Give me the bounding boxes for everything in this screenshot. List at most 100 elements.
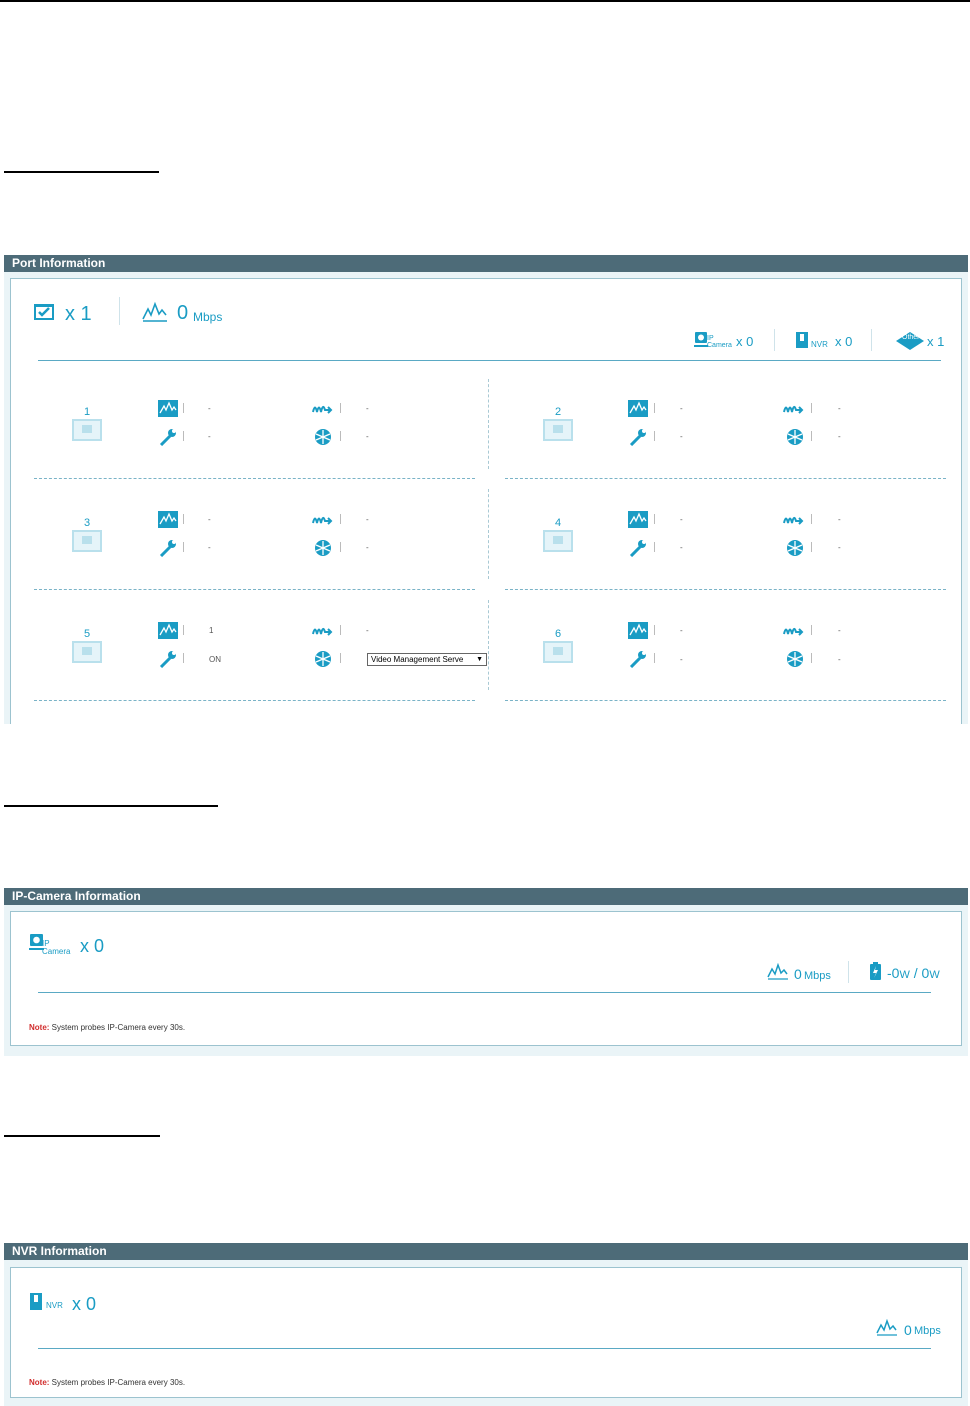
port-poe-value: - [208, 432, 211, 441]
nvr-label: NVR [811, 340, 828, 349]
ethernet-port-icon [72, 419, 102, 441]
traffic-icon [628, 622, 648, 639]
ethernet-port-icon [543, 530, 573, 552]
tick [654, 625, 655, 635]
ethernet-port-icon [72, 530, 102, 552]
port-link-value: - [838, 626, 841, 635]
traffic-icon [628, 400, 648, 417]
nvr-traffic: 0 [904, 1322, 912, 1338]
port-link-value: - [838, 404, 841, 413]
separator [774, 329, 775, 351]
panel-title: NVR Information [4, 1243, 968, 1260]
ip-camera-information-panel: IP-Camera Information IP Camera x 0 0 Mb… [4, 888, 968, 1056]
link-icon [782, 511, 804, 528]
port-panel-body: x 1 0 Mbps IP Camera x 0 NVR x 0 Other x… [10, 278, 962, 724]
tick [811, 542, 812, 552]
port-type-value: - [366, 543, 369, 552]
port-poe-value: - [680, 655, 683, 664]
port-link-value: - [366, 404, 369, 413]
tick [183, 514, 184, 524]
tick [811, 653, 812, 663]
nvr-information-panel: NVR Information NVR x 0 0 Mbps Note: Sys… [4, 1243, 968, 1406]
battery-power-icon [869, 962, 882, 981]
power-unit: W [899, 969, 910, 981]
port-link-value: - [366, 626, 369, 635]
row-divider [34, 589, 475, 590]
port-traffic-value: - [680, 515, 683, 524]
tick [340, 403, 341, 413]
tick [183, 625, 184, 635]
wrench-icon [628, 428, 648, 446]
blank-underline-2 [4, 805, 218, 807]
port-traffic-value: - [208, 515, 211, 524]
tick [811, 625, 812, 635]
ip-camera-traffic-unit: Mbps [804, 970, 831, 982]
tick [654, 653, 655, 663]
device-type-icon [785, 539, 805, 557]
tick [811, 431, 812, 441]
wrench-icon [158, 650, 178, 668]
blank-underline-3 [4, 1135, 160, 1137]
tick [811, 403, 812, 413]
column-divider [488, 600, 489, 690]
row-divider [34, 478, 475, 479]
wrench-icon [158, 428, 178, 446]
port-link-value: - [366, 515, 369, 524]
ethernet-port-icon [543, 641, 573, 663]
tick [340, 542, 341, 552]
port-summary-traffic-unit: Mbps [193, 310, 223, 324]
note-body: System probes IP-Camera every 30s. [49, 1378, 186, 1387]
tick [811, 514, 812, 524]
port-poe-value: ON [209, 655, 221, 664]
port-traffic-value: 1 [209, 626, 214, 635]
port-number: 4 [554, 517, 562, 529]
nvr-icon [795, 331, 809, 349]
port-traffic-value: - [680, 626, 683, 635]
port-type-value: - [366, 432, 369, 441]
port-number: 5 [83, 628, 91, 640]
blank-underline-1 [4, 171, 159, 173]
tick [654, 431, 655, 441]
nvr-label: NVR [46, 1301, 63, 1310]
device-type-icon [313, 539, 333, 557]
tick [654, 514, 655, 524]
note-text: Note: System probes IP-Camera every 30s. [29, 1023, 185, 1032]
device-type-icon [785, 428, 805, 446]
ethernet-port-icon [543, 419, 573, 441]
ip-camera-count: x 0 [736, 334, 754, 349]
nvr-count: x 0 [835, 334, 853, 349]
port-number: 3 [83, 517, 91, 529]
device-type-icon [313, 650, 333, 668]
traffic-icon [158, 622, 178, 639]
note-body: System probes IP-Camera every 30s. [49, 1023, 186, 1032]
note-label: Note: [29, 1023, 50, 1032]
ip-camera-label: IP Camera [42, 939, 71, 956]
tick [340, 514, 341, 524]
port-summary-count: x 1 [65, 303, 92, 325]
power-total-unit: W [929, 969, 940, 981]
port-type-value: - [838, 543, 841, 552]
tick [183, 403, 184, 413]
tick [183, 653, 184, 663]
device-type-icon [313, 428, 333, 446]
port-information-panel: Port Information x 1 0 Mbps IP Camera x … [4, 255, 968, 724]
device-type-select[interactable]: Video Management Serve ▼ [367, 653, 487, 666]
row-divider [34, 700, 475, 701]
traffic-icon [628, 511, 648, 528]
row-divider [505, 478, 946, 479]
summary-divider [38, 992, 931, 993]
ip-camera-traffic: 0 [794, 966, 802, 982]
summary-divider [38, 1348, 931, 1349]
nvr-count: x 0 [72, 1294, 97, 1314]
summary-divider [38, 360, 941, 361]
traffic-wave-icon [875, 1319, 899, 1337]
row-divider [505, 589, 946, 590]
other-count: x 1 [927, 334, 945, 349]
tick [340, 653, 341, 663]
port-poe-value: - [208, 543, 211, 552]
traffic-icon [158, 511, 178, 528]
tick [183, 542, 184, 552]
panel-title: IP-Camera Information [4, 888, 968, 905]
port-summary-traffic: 0 [177, 302, 189, 324]
link-icon [782, 622, 804, 639]
